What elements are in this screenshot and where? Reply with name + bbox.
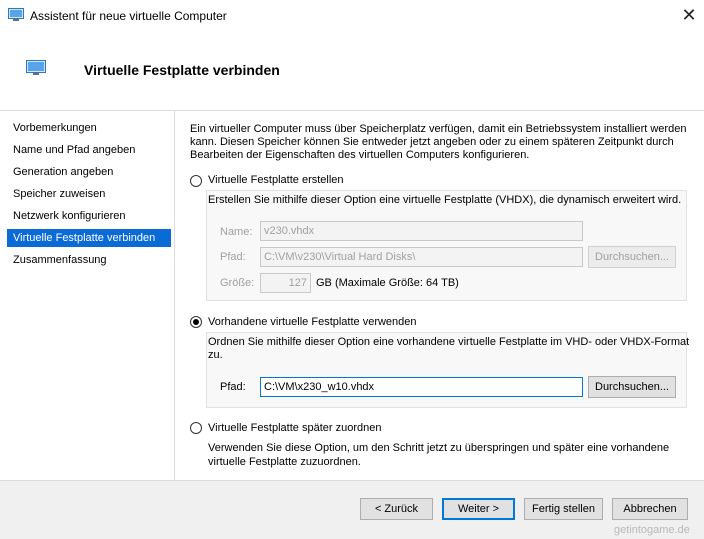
nav-item-name-pfad[interactable]: Name und Pfad angeben [7, 141, 171, 159]
intro-text-line3: Bearbeiten der Eigenschaften des virtuel… [190, 149, 530, 161]
create-size-unit: GB (Maximale Größe: 64 TB) [316, 277, 459, 289]
intro-text-line1: Ein virtueller Computer muss über Speich… [190, 123, 687, 135]
existing-path-label: Pfad: [220, 381, 246, 393]
create-path-input[interactable]: C:\VM\v230\Virtual Hard Disks\ [260, 247, 583, 267]
page-title: Virtuelle Festplatte verbinden [84, 62, 280, 78]
existing-browse-button[interactable]: Durchsuchen... [588, 376, 676, 398]
create-name-label: Name: [220, 226, 253, 238]
create-disk-description: Erstellen Sie mithilfe dieser Option ein… [208, 194, 682, 206]
create-size-input[interactable]: 127 [260, 273, 311, 293]
nav-item-vorbemerkungen[interactable]: Vorbemerkungen [7, 119, 171, 137]
existing-path-input[interactable]: C:\VM\x230_w10.vhdx [260, 377, 583, 397]
window-title: Assistent für neue virtuelle Computer [30, 9, 227, 23]
create-path-label: Pfad: [220, 251, 246, 263]
radio-create-disk-label[interactable]: Virtuelle Festplatte erstellen [208, 174, 344, 186]
existing-disk-description-line1: Ordnen Sie mithilfe dieser Option eine v… [208, 336, 690, 348]
cancel-button[interactable]: Abbrechen [612, 498, 688, 520]
next-button[interactable]: Weiter > [442, 498, 515, 520]
nav-item-generation[interactable]: Generation angeben [7, 163, 171, 181]
back-button[interactable]: < Zurück [360, 498, 433, 520]
title-bar: Assistent für neue virtuelle Computer ✕ [0, 0, 704, 32]
later-description-line1: Verwenden Sie diese Option, um den Schri… [208, 442, 670, 454]
close-icon[interactable]: ✕ [680, 5, 698, 25]
nav-item-speicher[interactable]: Speicher zuweisen [7, 185, 171, 203]
existing-disk-description-line2: zu. [208, 349, 223, 361]
radio-existing-disk-label[interactable]: Vorhandene virtuelle Festplatte verwende… [208, 316, 417, 328]
finish-button[interactable]: Fertig stellen [524, 498, 603, 520]
intro-text-line2: kann. Diesen Speicher können Sie entwede… [190, 136, 674, 148]
radio-create-disk[interactable] [190, 175, 202, 187]
radio-later-label[interactable]: Virtuelle Festplatte später zuordnen [208, 422, 381, 434]
watermark-text: getintogame.de [614, 524, 690, 536]
radio-existing-disk[interactable] [190, 316, 202, 328]
create-browse-button[interactable]: Durchsuchen... [588, 246, 676, 268]
nav-item-festplatte-verbinden[interactable]: Virtuelle Festplatte verbinden [7, 229, 171, 247]
create-name-input[interactable]: v230.vhdx [260, 221, 583, 241]
virtual-machine-icon [26, 60, 46, 75]
nav-item-zusammenfassung[interactable]: Zusammenfassung [7, 251, 171, 269]
create-size-label: Größe: [220, 277, 255, 289]
app-icon [8, 8, 24, 21]
later-description-line2: virtuelle Festplatte zuzuordnen. [208, 456, 361, 468]
radio-later[interactable] [190, 422, 202, 434]
nav-item-netzwerk[interactable]: Netzwerk konfigurieren [7, 207, 171, 225]
